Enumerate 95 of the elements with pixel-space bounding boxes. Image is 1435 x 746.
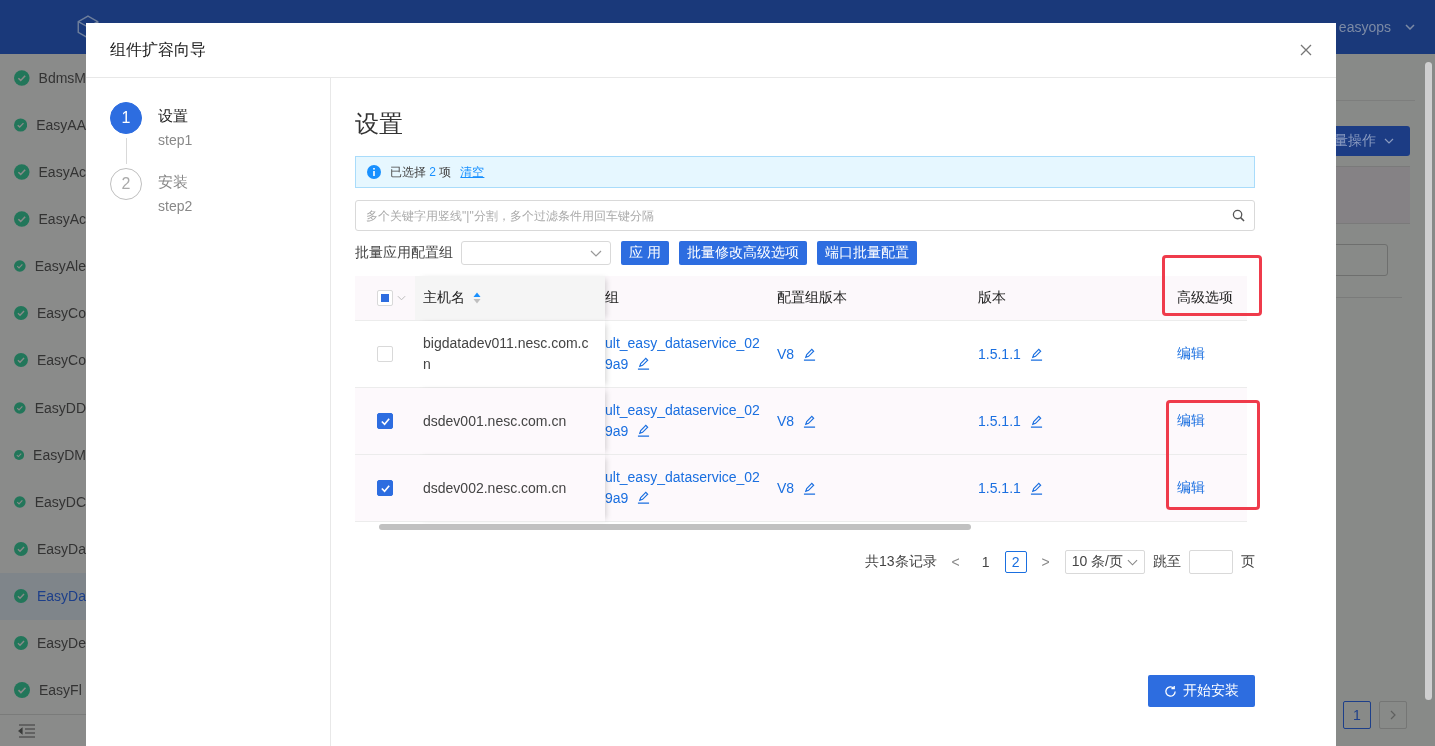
total-count: 共13条记录 bbox=[865, 553, 937, 571]
sidebar-item[interactable]: EasyAA bbox=[0, 101, 86, 149]
sidebar-item[interactable]: EasyCo bbox=[0, 289, 86, 337]
page-size-select[interactable]: 10 条/页 bbox=[1064, 550, 1145, 574]
sort-icon[interactable] bbox=[473, 292, 481, 304]
page-unit: 页 bbox=[1241, 553, 1255, 571]
edit-icon[interactable] bbox=[803, 481, 817, 495]
config-version-link[interactable]: V8 bbox=[777, 413, 795, 429]
check-circle-icon bbox=[14, 399, 26, 416]
action-button[interactable]: 端口批量配置 bbox=[816, 241, 917, 265]
caret-icon[interactable] bbox=[1405, 24, 1415, 30]
config-version-link[interactable]: V8 bbox=[777, 480, 795, 496]
step-title: 设置 bbox=[158, 107, 189, 126]
edit-icon[interactable] bbox=[637, 357, 651, 370]
edit-icon[interactable] bbox=[637, 424, 651, 437]
edit-link[interactable]: 编辑 bbox=[1177, 479, 1205, 497]
column-header: 高级选项 bbox=[1177, 289, 1233, 307]
sidebar-item[interactable]: EasyAle bbox=[0, 242, 86, 290]
sidebar-item[interactable]: BdmsM bbox=[0, 54, 86, 102]
install-button[interactable]: 开始安装 bbox=[1148, 675, 1255, 707]
check-circle-icon bbox=[14, 540, 28, 557]
scrollbar[interactable] bbox=[379, 524, 971, 530]
check-circle-icon bbox=[14, 305, 28, 322]
info-icon bbox=[367, 165, 381, 179]
edit-icon[interactable] bbox=[803, 347, 817, 361]
check-circle-icon bbox=[14, 493, 26, 510]
user-name[interactable]: easyops bbox=[1338, 19, 1391, 35]
alert-text: 已选择 2 项 bbox=[390, 163, 452, 181]
check-circle-icon bbox=[14, 211, 30, 227]
dialog-title: 组件扩容向导 bbox=[110, 39, 206, 60]
column-header: 配置组版本 bbox=[777, 289, 847, 307]
step-number: 1 bbox=[110, 102, 142, 134]
page-jump-field[interactable] bbox=[1189, 550, 1233, 574]
action-button[interactable]: 应 用 bbox=[621, 241, 669, 265]
chevron-down-icon bbox=[1127, 558, 1138, 566]
page-button[interactable]: 1 bbox=[1343, 701, 1371, 729]
column-header: 版本 bbox=[978, 289, 1006, 307]
scrollbar[interactable] bbox=[1425, 62, 1432, 700]
check-circle-icon bbox=[14, 682, 30, 699]
group-link[interactable]: ult_easy_dataservice_029a9 bbox=[605, 333, 763, 375]
refresh-icon bbox=[1164, 684, 1177, 698]
sidebar-item[interactable]: EasyDa bbox=[0, 525, 86, 573]
sidebar-item[interactable]: EasyFl bbox=[0, 666, 86, 714]
config-version-link[interactable]: V8 bbox=[777, 346, 795, 362]
chevron-down-icon bbox=[1384, 138, 1394, 144]
select-all-checkbox[interactable] bbox=[377, 290, 393, 306]
edit-link[interactable]: 编辑 bbox=[1177, 345, 1205, 363]
version-link[interactable]: 1.5.1.1 bbox=[978, 346, 1021, 362]
sidebar-item[interactable]: EasyDD bbox=[0, 384, 86, 432]
step-subtitle: step2 bbox=[158, 198, 193, 214]
version-link[interactable]: 1.5.1.1 bbox=[978, 480, 1021, 496]
check-circle-icon bbox=[14, 352, 28, 369]
check-icon bbox=[379, 415, 391, 427]
sidebar-item[interactable]: EasyDM bbox=[0, 431, 86, 479]
edit-icon[interactable] bbox=[637, 491, 651, 504]
edit-icon[interactable] bbox=[1029, 347, 1043, 361]
jump-label: 跳至 bbox=[1153, 553, 1181, 571]
edit-icon[interactable] bbox=[1029, 414, 1043, 428]
check-icon bbox=[379, 482, 391, 494]
step-subtitle: step1 bbox=[158, 132, 193, 148]
edit-icon[interactable] bbox=[1029, 481, 1043, 495]
close-icon[interactable] bbox=[1300, 44, 1312, 56]
page-button[interactable]: 2 bbox=[1004, 551, 1027, 573]
sidebar-item[interactable]: EasyAc bbox=[0, 148, 86, 196]
check-circle-icon bbox=[14, 163, 30, 180]
edit-icon[interactable] bbox=[803, 414, 817, 428]
action-button[interactable]: 批量修改高级选项 bbox=[678, 241, 807, 265]
clear-link[interactable]: 清空 bbox=[460, 163, 485, 181]
table-cell-text: dsdev001.nesc.com.cn bbox=[423, 411, 568, 431]
chevron-down-icon bbox=[590, 249, 602, 257]
check-circle-icon bbox=[14, 258, 26, 275]
check-circle-icon bbox=[14, 69, 30, 86]
table-cell-text: dsdev002.nesc.com.cn bbox=[423, 478, 568, 498]
batch-label: 批量应用配置组 bbox=[355, 244, 453, 262]
check-circle-icon bbox=[14, 116, 28, 133]
sidebar-item[interactable]: EasyDa bbox=[0, 572, 86, 620]
version-link[interactable]: 1.5.1.1 bbox=[978, 413, 1021, 429]
check-circle-icon bbox=[14, 588, 28, 605]
chevron-right-icon bbox=[1390, 710, 1396, 720]
search-icon[interactable] bbox=[1232, 209, 1245, 222]
row-checkbox[interactable] bbox=[377, 413, 393, 429]
menu-fold-icon[interactable] bbox=[18, 723, 36, 738]
sidebar-item[interactable]: EasyDe bbox=[0, 619, 86, 667]
column-header: 主机名 bbox=[423, 289, 465, 307]
search-field[interactable]: 多个关键字用竖线"|"分割，多个过滤条件用回车键分隔 bbox=[355, 200, 1255, 231]
sidebar-item[interactable]: EasyAc bbox=[0, 195, 86, 243]
sidebar-item[interactable]: EasyDC bbox=[0, 478, 86, 526]
row-checkbox[interactable] bbox=[377, 480, 393, 496]
section-heading: 设置 bbox=[355, 109, 404, 139]
check-circle-icon bbox=[14, 635, 28, 652]
step-title: 安装 bbox=[158, 173, 189, 192]
edit-link[interactable]: 编辑 bbox=[1177, 412, 1205, 430]
sidebar-item[interactable]: EasyCo bbox=[0, 336, 86, 384]
column-header: 组 bbox=[605, 289, 619, 307]
table-cell-text: bigdatadev011.nesc.com.cn bbox=[423, 334, 590, 374]
